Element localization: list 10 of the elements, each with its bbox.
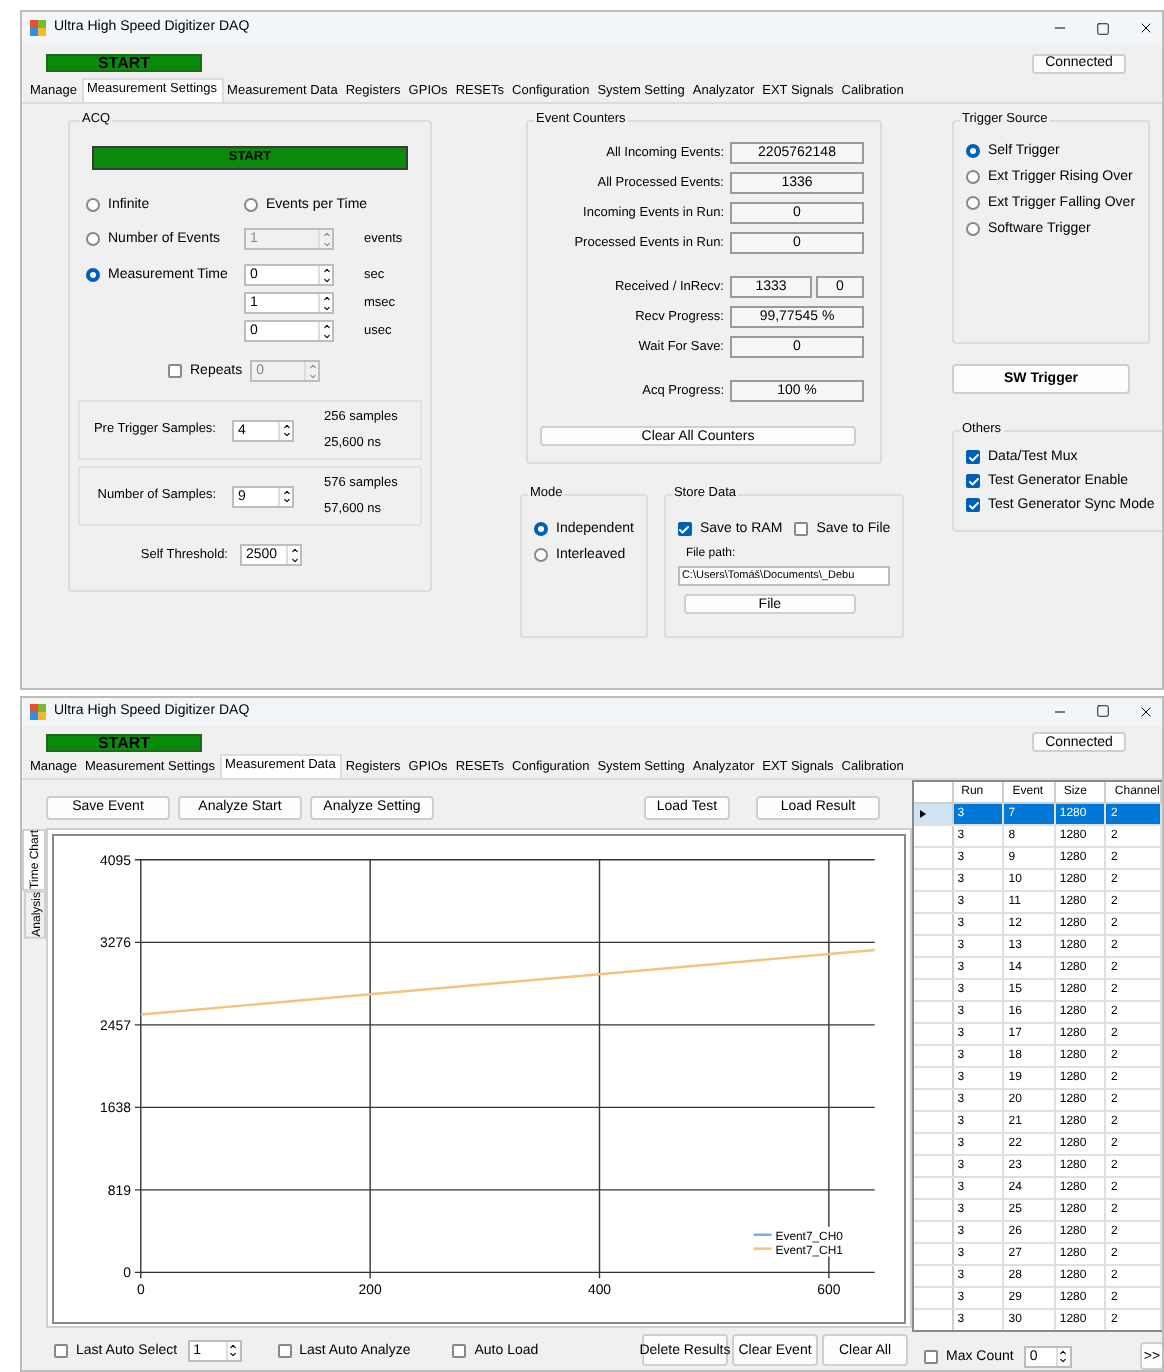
close-icon[interactable]: [1138, 20, 1154, 36]
start-button[interactable]: START: [46, 733, 202, 752]
check-icon: [678, 523, 691, 535]
app-icon: [30, 703, 46, 720]
row-pointer-icon: [920, 810, 926, 818]
maximize-icon[interactable]: [1096, 704, 1110, 719]
close-icon[interactable]: [1138, 703, 1154, 720]
app-icon: [30, 20, 46, 36]
start-button[interactable]: START: [46, 54, 202, 72]
maximize-icon[interactable]: [1096, 21, 1110, 35]
